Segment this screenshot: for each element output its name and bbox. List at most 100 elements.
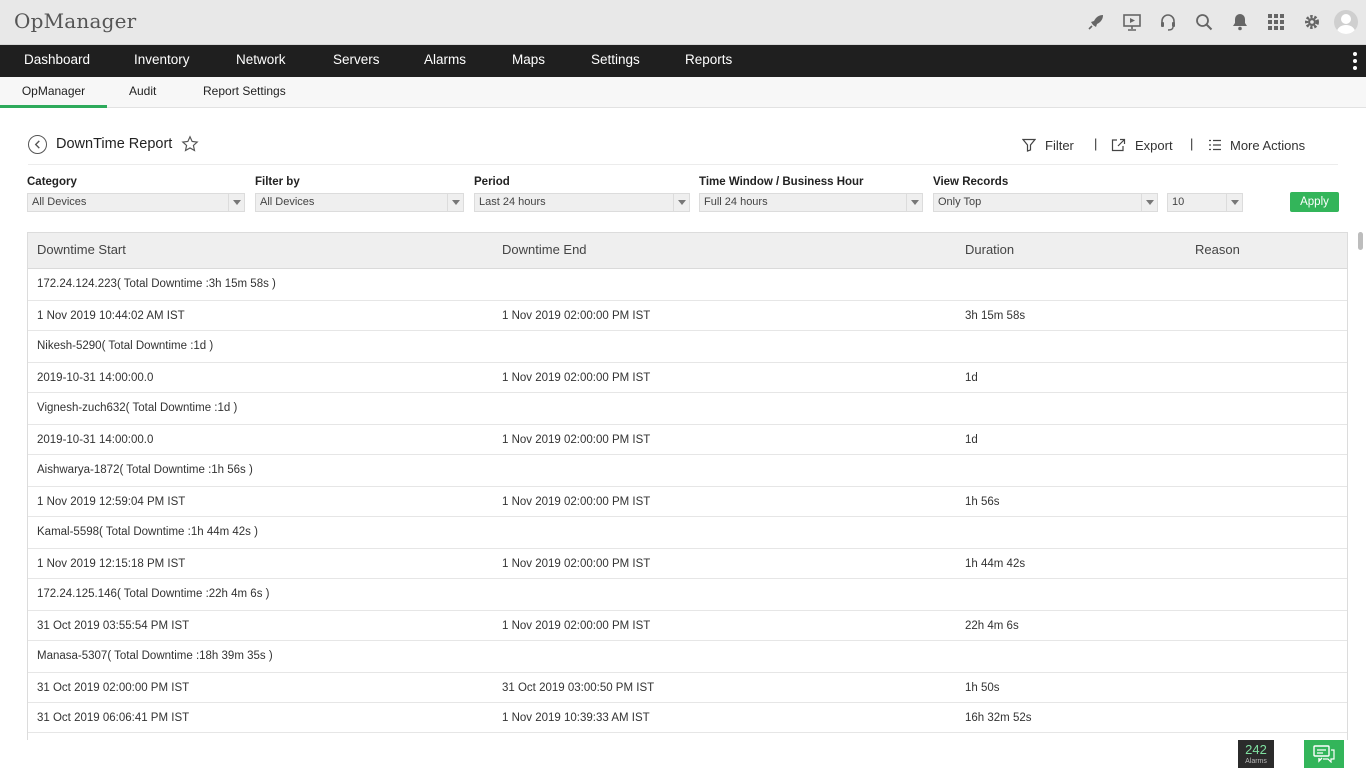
device-group-label: Vignesh-zuch632( Total Downtime :1d ) bbox=[37, 402, 238, 414]
device-group-label: 172.24.125.146( Total Downtime :22h 4m 6… bbox=[37, 588, 270, 600]
duration-cell: 3h 15m 58s bbox=[965, 310, 1026, 322]
rocket-icon[interactable] bbox=[1078, 8, 1114, 36]
nav-reports[interactable]: Reports bbox=[685, 45, 732, 77]
nav-network[interactable]: Network bbox=[236, 45, 286, 77]
chevron-down-icon bbox=[1226, 194, 1242, 211]
table-row: 31 Oct 2019 03:55:54 PM IST 1 Nov 2019 02… bbox=[28, 611, 1347, 641]
downtime-table: Downtime Start Downtime End Duration Rea… bbox=[27, 232, 1348, 740]
device-group-label: Manasa-5307( Total Downtime :18h 39m 35s… bbox=[37, 650, 273, 662]
downtime-start-cell: 31 Oct 2019 06:06:41 PM IST bbox=[37, 712, 190, 724]
downtime-end-cell: 1 Nov 2019 02:00:00 PM IST bbox=[502, 496, 651, 508]
view-records-value: Only Top bbox=[938, 196, 982, 208]
subtab-audit[interactable]: Audit bbox=[129, 77, 156, 108]
export-icon bbox=[1111, 138, 1126, 152]
duration-cell: 1h 50s bbox=[965, 682, 1000, 694]
apps-grid-icon[interactable] bbox=[1258, 8, 1294, 36]
table-row: 1 Nov 2019 12:59:04 PM IST 1 Nov 2019 02:… bbox=[28, 487, 1347, 517]
device-group-label: Kamal-5598( Total Downtime :1h 44m 42s ) bbox=[37, 526, 258, 538]
more-actions-button[interactable]: More Actions bbox=[1209, 136, 1305, 154]
gear-icon[interactable] bbox=[1294, 8, 1330, 36]
duration-cell: 16h 32m 52s bbox=[965, 712, 1032, 724]
table-header: Downtime Start Downtime End Duration Rea… bbox=[28, 233, 1347, 269]
chat-button[interactable] bbox=[1304, 740, 1344, 768]
period-value: Last 24 hours bbox=[479, 196, 546, 208]
back-arrow-icon[interactable] bbox=[28, 135, 47, 154]
downtime-end-cell: 31 Oct 2019 03:00:50 PM IST bbox=[502, 682, 655, 694]
nav-maps[interactable]: Maps bbox=[512, 45, 545, 77]
toolbar-separator: | bbox=[1094, 136, 1098, 151]
time-window-select[interactable]: Full 24 hours bbox=[699, 193, 923, 212]
headset-icon[interactable] bbox=[1150, 8, 1186, 36]
device-group-label: Aishwarya-1872( Total Downtime :1h 56s ) bbox=[37, 464, 253, 476]
toolbar-separator: | bbox=[1190, 136, 1194, 151]
more-vertical-icon[interactable] bbox=[1352, 52, 1358, 70]
nav-inventory[interactable]: Inventory bbox=[134, 45, 190, 77]
chevron-down-icon bbox=[1141, 194, 1157, 211]
table-row: 1 Nov 2019 10:44:02 AM IST 1 Nov 2019 02:… bbox=[28, 301, 1347, 331]
view-records-select[interactable]: Only Top bbox=[933, 193, 1158, 212]
category-label: Category bbox=[27, 176, 77, 188]
table-row: 2019-10-31 14:00:00.0 1 Nov 2019 02:00:00… bbox=[28, 363, 1347, 393]
vertical-scrollbar[interactable] bbox=[1358, 232, 1363, 250]
chevron-down-icon bbox=[228, 194, 244, 211]
list-menu-icon bbox=[1209, 139, 1221, 151]
favorite-star-icon[interactable] bbox=[181, 135, 199, 153]
filter-button[interactable]: Filter bbox=[1022, 136, 1074, 154]
duration-cell: 1h 56s bbox=[965, 496, 1000, 508]
column-header-duration[interactable]: Duration bbox=[965, 233, 1014, 268]
column-header-downtime-end[interactable]: Downtime End bbox=[502, 233, 587, 268]
duration-cell: 1h 44m 42s bbox=[965, 558, 1026, 570]
category-select[interactable]: All Devices bbox=[27, 193, 245, 212]
nav-dashboard[interactable]: Dashboard bbox=[24, 45, 90, 77]
column-header-downtime-start[interactable]: Downtime Start bbox=[37, 233, 126, 268]
downtime-end-cell: 1 Nov 2019 02:00:00 PM IST bbox=[502, 558, 651, 570]
downtime-start-cell: 2019-10-31 14:00:00.0 bbox=[37, 372, 154, 384]
column-header-reason[interactable]: Reason bbox=[1195, 233, 1240, 268]
nav-servers[interactable]: Servers bbox=[333, 45, 380, 77]
device-group-row: Vignesh-zuch632( Total Downtime :1d ) bbox=[28, 393, 1347, 425]
nav-alarms[interactable]: Alarms bbox=[424, 45, 466, 77]
app-logo[interactable]: OpManager bbox=[14, 9, 136, 33]
user-avatar-icon[interactable] bbox=[1334, 10, 1358, 34]
presentation-icon[interactable] bbox=[1114, 8, 1150, 36]
nav-settings[interactable]: Settings bbox=[591, 45, 640, 77]
table-row: 2019-10-31 14:00:00.0 1 Nov 2019 02:00:00… bbox=[28, 425, 1347, 455]
filter-by-select[interactable]: All Devices bbox=[255, 193, 464, 212]
duration-cell: 1d bbox=[965, 434, 978, 446]
period-label: Period bbox=[474, 176, 510, 188]
filter-by-value: All Devices bbox=[260, 196, 315, 208]
downtime-end-cell: 1 Nov 2019 02:00:00 PM IST bbox=[502, 372, 651, 384]
time-window-value: Full 24 hours bbox=[704, 196, 768, 208]
search-icon[interactable] bbox=[1186, 8, 1222, 36]
downtime-end-cell: 1 Nov 2019 02:00:00 PM IST bbox=[502, 310, 651, 322]
time-window-label: Time Window / Business Hour bbox=[699, 176, 864, 188]
apply-button[interactable]: Apply bbox=[1290, 192, 1339, 212]
downtime-start-cell: 31 Oct 2019 02:00:00 PM IST bbox=[37, 682, 190, 694]
subtab-report-settings[interactable]: Report Settings bbox=[203, 77, 286, 108]
table-row: 31 Oct 2019 06:06:41 PM IST 1 Nov 2019 10… bbox=[28, 703, 1347, 733]
export-button[interactable]: Export bbox=[1111, 136, 1173, 154]
device-group-label: Nikesh-5290( Total Downtime :1d ) bbox=[37, 340, 214, 352]
subtab-opmanager[interactable]: OpManager bbox=[0, 77, 107, 108]
chevron-down-icon bbox=[447, 194, 463, 211]
filter-icon bbox=[1022, 138, 1036, 152]
device-group-row: Kamal-5598( Total Downtime :1h 44m 42s ) bbox=[28, 517, 1347, 549]
device-group-row: 172.24.125.146( Total Downtime :22h 4m 6… bbox=[28, 579, 1347, 611]
table-row: 1 Nov 2019 12:15:18 PM IST 1 Nov 2019 02:… bbox=[28, 549, 1347, 579]
bell-icon[interactable] bbox=[1222, 8, 1258, 36]
period-select[interactable]: Last 24 hours bbox=[474, 193, 690, 212]
downtime-end-cell: 1 Nov 2019 02:00:00 PM IST bbox=[502, 434, 651, 446]
record-count-value: 10 bbox=[1172, 196, 1185, 208]
device-group-label: 172.24.124.223( Total Downtime :3h 15m 5… bbox=[37, 278, 276, 290]
chevron-down-icon bbox=[673, 194, 689, 211]
alarm-count-widget[interactable]: 242 Alarms bbox=[1238, 740, 1274, 768]
downtime-start-cell: 2019-10-31 14:00:00.0 bbox=[37, 434, 154, 446]
alarm-count-label: Alarms bbox=[1245, 758, 1267, 765]
record-count-select[interactable]: 10 bbox=[1167, 193, 1243, 212]
downtime-start-cell: 31 Oct 2019 03:55:54 PM IST bbox=[37, 620, 190, 632]
category-value: All Devices bbox=[32, 196, 87, 208]
filter-label: Filter bbox=[1045, 137, 1074, 153]
filter-by-label: Filter by bbox=[255, 176, 300, 188]
report-title: DownTime Report bbox=[56, 136, 173, 152]
device-group-row: Nikesh-5290( Total Downtime :1d ) bbox=[28, 331, 1347, 363]
